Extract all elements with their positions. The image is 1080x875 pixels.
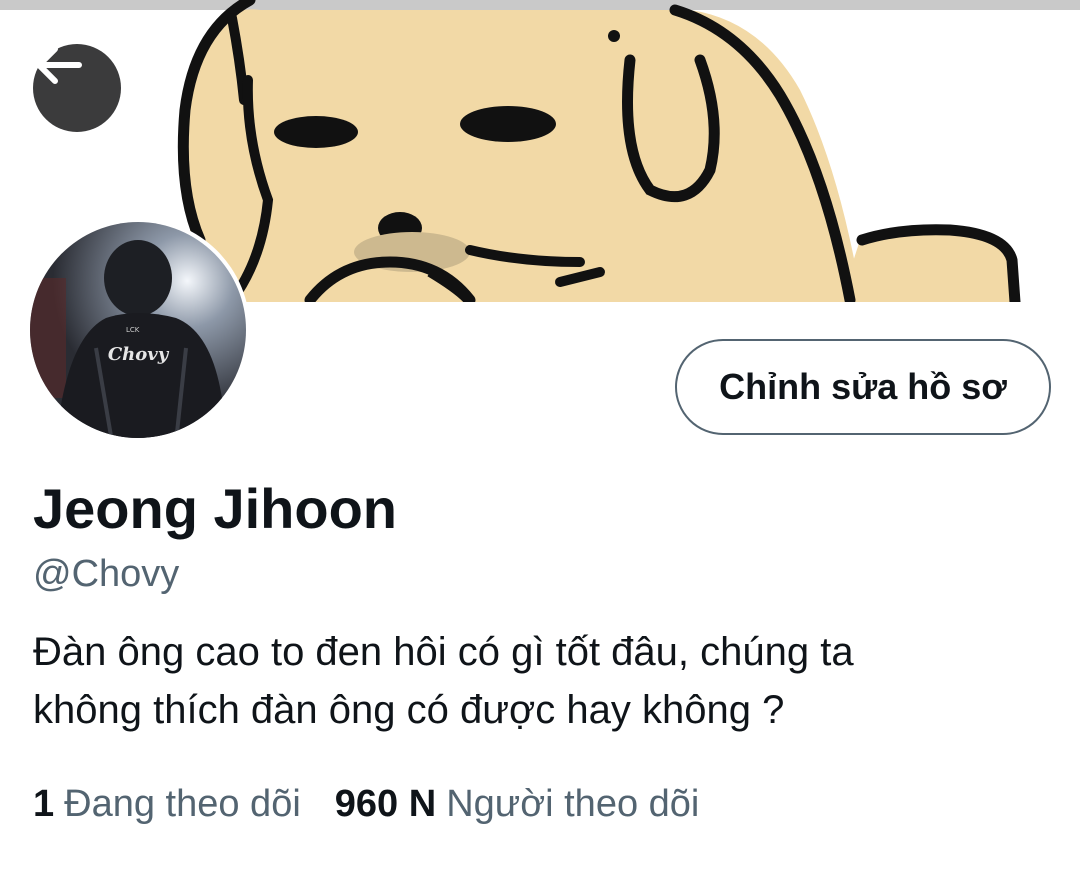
profile-bio: Đàn ông cao to đen hôi có gì tốt đâu, ch… xyxy=(33,623,1033,739)
followers-link[interactable]: 960 N Người theo dõi xyxy=(335,783,700,826)
profile-page: Chovy LCK Chỉnh sửa hồ sơ Jeong Jihoon @… xyxy=(0,0,1080,875)
avatar-photo: Chovy LCK xyxy=(30,222,246,438)
user-handle: @Chovy xyxy=(33,553,180,595)
profile-stats: 1 Đang theo dõi 960 N Người theo dõi xyxy=(33,783,699,826)
svg-text:LCK: LCK xyxy=(126,326,140,334)
following-link[interactable]: 1 Đang theo dõi xyxy=(33,783,301,826)
display-name: Jeong Jihoon xyxy=(33,477,397,540)
bio-line: Đàn ông cao to đen hôi có gì tốt đâu, ch… xyxy=(33,630,854,674)
edit-profile-button[interactable]: Chỉnh sửa hồ sơ xyxy=(675,339,1051,435)
followers-label: Người theo dõi xyxy=(446,783,700,825)
bio-line: không thích đàn ông có được hay không ? xyxy=(33,688,785,732)
avatar[interactable]: Chovy LCK xyxy=(26,218,250,442)
arrow-left-icon xyxy=(36,46,82,84)
following-label: Đang theo dõi xyxy=(64,783,301,825)
back-button[interactable] xyxy=(33,44,121,132)
following-count: 1 xyxy=(33,783,55,825)
followers-count: 960 N xyxy=(334,783,437,825)
edit-profile-label: Chỉnh sửa hồ sơ xyxy=(719,366,1007,407)
avatar-jersey-text: Chovy xyxy=(108,344,170,365)
